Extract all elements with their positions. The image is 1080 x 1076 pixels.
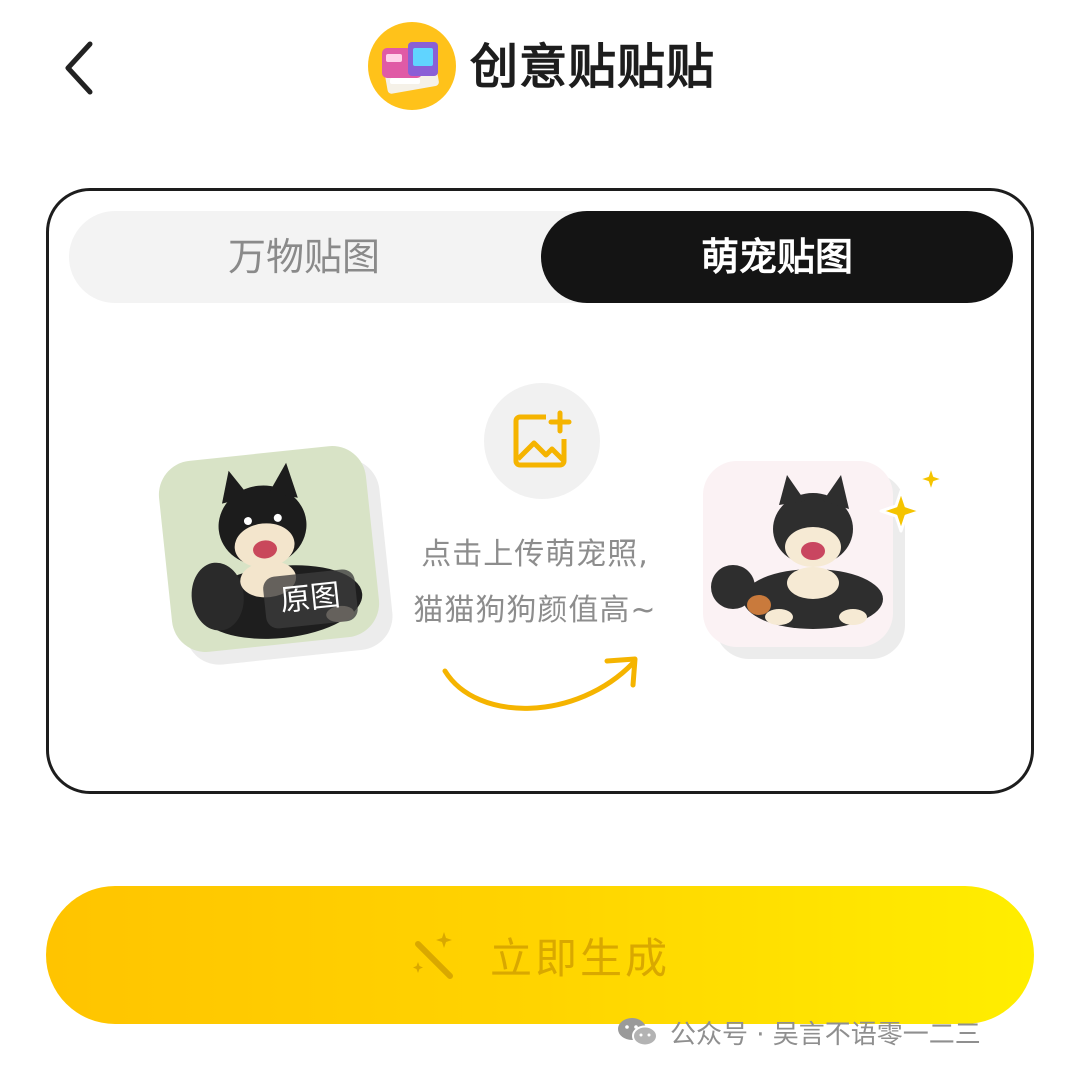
watermark: 公众号 · 吴言不语零一二三 (616, 1010, 981, 1054)
chevron-left-icon (65, 41, 93, 95)
curved-arrow-icon (442, 656, 638, 711)
back-button[interactable] (52, 30, 112, 106)
header: 创意贴贴贴 (0, 0, 1080, 140)
generate-button-label: 立即生成 (489, 933, 670, 983)
sticker-printer-logo-icon (382, 42, 439, 94)
magic-wand-icon (412, 932, 453, 979)
tab-bar: 万物贴图 萌宠贴图 (69, 211, 1013, 303)
original-label: 原图 (261, 568, 359, 630)
sparkle-icon (879, 466, 944, 533)
upload-hint-line-2: 猫猫狗狗颜值高~ (413, 593, 657, 628)
generate-button-content: 立即生成 (46, 886, 1034, 1024)
tab-pet-sticker[interactable]: 萌宠贴图 (541, 211, 1013, 303)
wechat-icon (618, 1018, 658, 1047)
watermark-text: 公众号 · 吴言不语零一二三 (670, 1019, 981, 1050)
original-photo[interactable]: 原图 (155, 442, 383, 656)
app-title: 创意贴贴贴 (470, 39, 716, 95)
add-image-icon (513, 410, 572, 468)
sticker-card: 万物贴图 萌宠贴图 原图 点击上传萌宠照, 猫猫狗狗颜值高~ (46, 188, 1034, 794)
app-logo (368, 22, 456, 110)
tab-all-things-sticker[interactable]: 万物贴图 (69, 211, 539, 303)
sticker-result (703, 461, 893, 647)
generate-button[interactable]: 立即生成 (46, 886, 1034, 1024)
upload-photo-button[interactable] (484, 383, 600, 499)
upload-hint: 点击上传萌宠照, 猫猫狗狗颜值高~ (385, 527, 685, 639)
cartoon-shiba-sticker (711, 475, 883, 629)
upload-hint-line-1: 点击上传萌宠照, (421, 537, 649, 572)
